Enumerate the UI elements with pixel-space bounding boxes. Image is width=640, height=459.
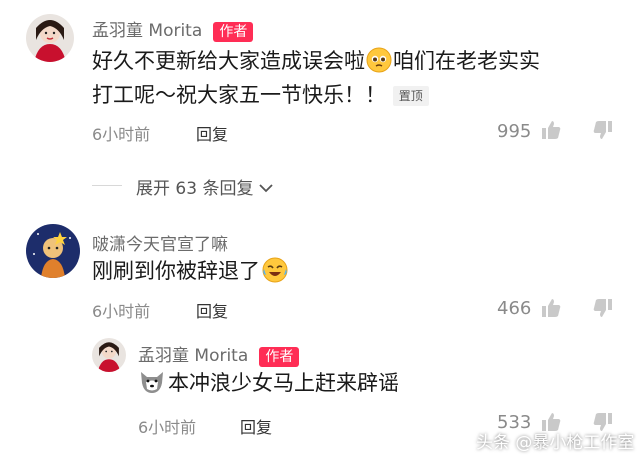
author-avatar-image <box>92 338 126 372</box>
comment-text: 本冲浪少女马上赶来辟谣 <box>138 366 399 400</box>
avatar[interactable] <box>26 224 80 278</box>
comment-text: 刚刷到你被辞退了 <box>92 254 288 288</box>
author-avatar-image <box>26 14 74 62</box>
user-avatar-image <box>26 224 80 278</box>
like-count: 466 <box>497 298 532 319</box>
author-badge: 作者 <box>213 22 254 42</box>
emoji-dog-icon <box>138 369 166 395</box>
reply-button[interactable]: 回复 <box>196 298 228 322</box>
avatar[interactable] <box>26 14 74 62</box>
comment-text: 好久不更新给大家造成误会啦 咱们在老老实实 <box>92 47 540 73</box>
emoji-pleading-icon <box>366 47 392 73</box>
comment-text-line2: 打工呢～祝大家五一节快乐！！ <box>92 83 386 107</box>
divider <box>92 185 122 186</box>
comment-time: 6小时前 <box>92 125 151 144</box>
comment-author[interactable]: 孟羽童 Morita <box>92 21 202 41</box>
thumbs-down-icon[interactable] <box>592 297 614 323</box>
avatar[interactable] <box>92 338 126 372</box>
comment-author[interactable]: 孟羽童 Morita <box>138 346 248 366</box>
watermark: 头条 @暴小枪工作室 <box>476 433 635 453</box>
reply-button[interactable]: 回复 <box>240 414 272 438</box>
chevron-down-icon <box>259 178 273 198</box>
pinned-badge: 置顶 <box>392 86 429 106</box>
thumbs-up-icon[interactable] <box>540 119 562 145</box>
expand-replies-button[interactable]: 展开 63 条回复 <box>136 174 273 199</box>
thumbs-down-icon[interactable] <box>592 119 614 145</box>
comment-author[interactable]: 啵潇今天官宣了嘛 <box>92 230 228 255</box>
emoji-laugh-cry-icon <box>262 257 288 283</box>
comment-time: 6小时前 <box>92 302 151 321</box>
comment-time: 6小时前 <box>138 418 197 437</box>
reply-button[interactable]: 回复 <box>196 121 228 145</box>
like-count: 995 <box>497 121 532 142</box>
author-badge: 作者 <box>259 347 300 367</box>
thumbs-up-icon[interactable] <box>540 297 562 323</box>
